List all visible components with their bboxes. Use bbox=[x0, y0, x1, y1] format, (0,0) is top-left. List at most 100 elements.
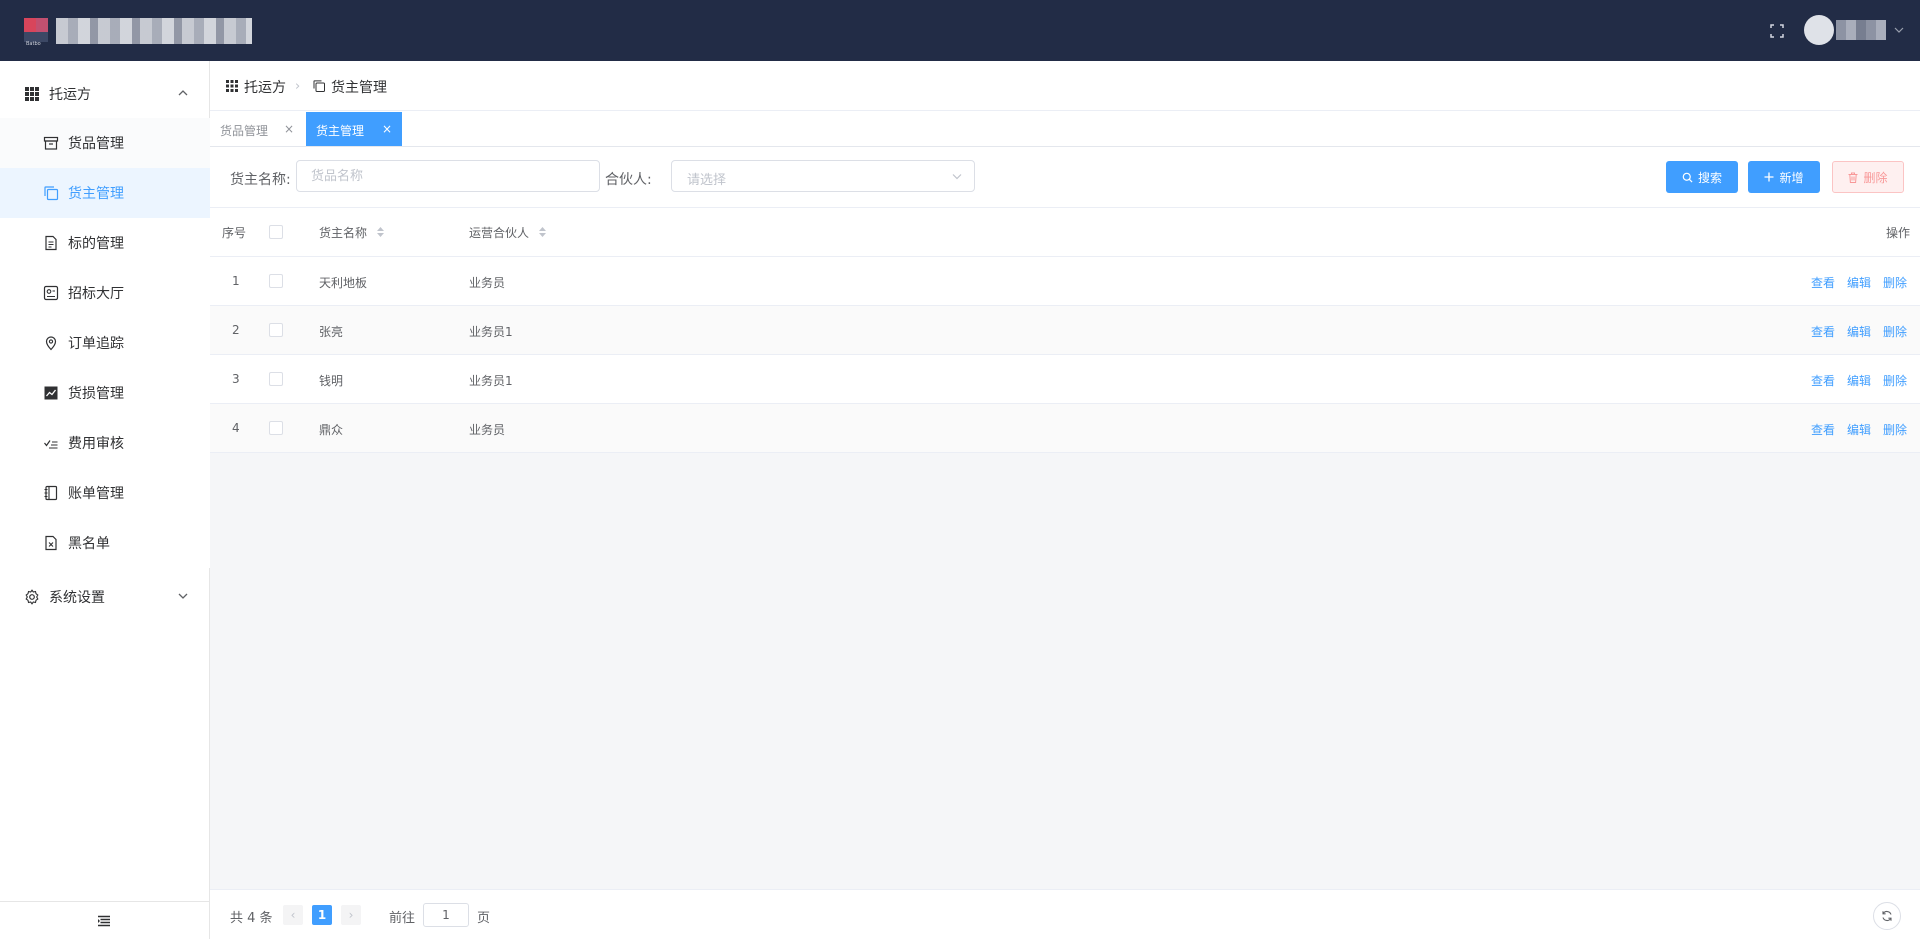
edit-link[interactable]: 编辑 bbox=[1847, 421, 1871, 438]
sort-icon[interactable] bbox=[376, 226, 385, 238]
row-checkbox[interactable] bbox=[269, 421, 283, 435]
page-number-current[interactable]: 1 bbox=[312, 905, 332, 925]
search-button[interactable]: 搜索 bbox=[1666, 161, 1738, 193]
notebook-icon bbox=[44, 485, 58, 501]
table-row: 3 钱明 业务员1 查看 编辑 删除 bbox=[210, 355, 1920, 404]
view-link[interactable]: 查看 bbox=[1811, 274, 1835, 291]
sidebar: 托运方 货品管理 货主管理 标的管理 招标大厅 订单追踪 货损管理 费用审核 账… bbox=[0, 61, 210, 939]
avatar[interactable] bbox=[1804, 15, 1834, 45]
breadcrumb-root[interactable]: 托运方 bbox=[244, 77, 286, 97]
refresh-icon bbox=[1882, 910, 1892, 922]
tab-label: 货品管理 bbox=[220, 124, 269, 138]
row-checkbox[interactable] bbox=[269, 372, 283, 386]
view-link[interactable]: 查看 bbox=[1811, 372, 1835, 389]
sidebar-item-order-tracking[interactable]: 订单追踪 bbox=[0, 318, 210, 368]
cell-owner-name: 张亮 bbox=[319, 325, 344, 339]
sidebar-item-label: 货主管理 bbox=[68, 186, 124, 202]
edit-link[interactable]: 编辑 bbox=[1847, 372, 1871, 389]
grid-icon bbox=[25, 87, 39, 101]
owner-name-input[interactable] bbox=[296, 160, 600, 192]
sidebar-item-bidding-hall[interactable]: 招标大厅 bbox=[0, 268, 210, 318]
row-checkbox[interactable] bbox=[269, 274, 283, 288]
sidebar-item-label: 货品管理 bbox=[68, 136, 124, 152]
refresh-button[interactable] bbox=[1873, 902, 1901, 930]
column-header-partner[interactable]: 运营合伙人 bbox=[469, 224, 529, 241]
column-header-name[interactable]: 货主名称 bbox=[319, 224, 367, 241]
edit-link[interactable]: 编辑 bbox=[1847, 274, 1871, 291]
pagination: 共 4 条 ‹ 1 › 前往 页 bbox=[210, 889, 1920, 939]
add-button[interactable]: 新增 bbox=[1748, 161, 1820, 193]
goto-label: 前往 bbox=[389, 911, 416, 926]
page-suffix-label: 页 bbox=[477, 911, 491, 926]
view-link[interactable]: 查看 bbox=[1811, 421, 1835, 438]
row-checkbox[interactable] bbox=[269, 323, 283, 337]
partner-label: 合伙人: bbox=[605, 172, 652, 188]
top-header: Batbo bbox=[0, 0, 1920, 61]
sidebar-item-label: 费用审核 bbox=[68, 436, 124, 452]
main-content: 托运方 › 货主管理 货品管理 × 货主管理 × 货主名称: 合伙人: 请选择 bbox=[210, 61, 1920, 939]
plus-icon bbox=[1764, 172, 1774, 182]
tab-label: 货主管理 bbox=[316, 124, 365, 138]
prev-page-button[interactable]: ‹ bbox=[283, 905, 303, 925]
partner-select[interactable]: 请选择 bbox=[671, 160, 975, 192]
location-icon bbox=[45, 336, 57, 351]
view-link[interactable]: 查看 bbox=[1811, 323, 1835, 340]
chevron-down-icon[interactable] bbox=[1894, 25, 1904, 35]
filter-bar: 货主名称: 合伙人: 请选择 搜索 新增 删除 bbox=[210, 148, 1920, 208]
search-button-label: 搜索 bbox=[1697, 170, 1722, 185]
menu-collapse-icon[interactable] bbox=[97, 914, 111, 928]
sidebar-item-blacklist[interactable]: 黑名单 bbox=[0, 518, 210, 568]
cell-index: 1 bbox=[232, 274, 240, 288]
tab-goods[interactable]: 货品管理 × bbox=[210, 112, 304, 146]
column-header-actions: 操作 bbox=[1886, 226, 1911, 240]
sidebar-group-shipper[interactable]: 托运方 bbox=[0, 65, 210, 121]
table-row: 2 张亮 业务员1 查看 编辑 删除 bbox=[210, 306, 1920, 355]
edit-link[interactable]: 编辑 bbox=[1847, 323, 1871, 340]
sort-icon[interactable] bbox=[538, 226, 547, 238]
tab-owners[interactable]: 货主管理 × bbox=[306, 112, 402, 146]
sidebar-item-bills[interactable]: 账单管理 bbox=[0, 468, 210, 518]
fullscreen-icon[interactable] bbox=[1769, 23, 1785, 39]
sidebar-group-label: 托运方 bbox=[49, 87, 91, 103]
trash-icon bbox=[1848, 172, 1858, 183]
sidebar-item-label: 账单管理 bbox=[68, 486, 124, 502]
app-logo[interactable]: Batbo bbox=[22, 16, 48, 48]
chevron-down-icon bbox=[952, 174, 962, 180]
close-icon[interactable]: × bbox=[382, 122, 392, 136]
sidebar-item-fee-review[interactable]: 费用审核 bbox=[0, 418, 210, 468]
delete-button[interactable]: 删除 bbox=[1832, 161, 1904, 193]
sidebar-item-label: 标的管理 bbox=[68, 236, 124, 252]
add-button-label: 新增 bbox=[1779, 170, 1804, 185]
table-row: 1 天利地板 业务员 查看 编辑 删除 bbox=[210, 257, 1920, 306]
logo-text: Batbo bbox=[26, 41, 41, 47]
table-header: 序号 货主名称 运营合伙人 操作 bbox=[210, 208, 1920, 257]
next-page-button[interactable]: › bbox=[341, 905, 361, 925]
checklist-icon bbox=[44, 440, 58, 449]
sidebar-group-label: 系统设置 bbox=[49, 590, 105, 606]
delete-link[interactable]: 删除 bbox=[1883, 323, 1907, 340]
sidebar-group-settings[interactable]: 系统设置 bbox=[0, 568, 210, 624]
user-name-blurred[interactable] bbox=[1836, 20, 1886, 40]
sidebar-item-label: 黑名单 bbox=[68, 536, 110, 552]
sidebar-item-owners[interactable]: 货主管理 bbox=[0, 168, 210, 218]
cell-partner: 业务员 bbox=[469, 276, 506, 290]
cell-partner: 业务员1 bbox=[469, 374, 513, 388]
sidebar-item-label: 招标大厅 bbox=[68, 286, 124, 302]
sidebar-item-targets[interactable]: 标的管理 bbox=[0, 218, 210, 268]
goto-page-input[interactable] bbox=[423, 903, 469, 927]
delete-link[interactable]: 删除 bbox=[1883, 274, 1907, 291]
tab-bar: 货品管理 × 货主管理 × bbox=[210, 111, 1920, 147]
sidebar-item-damage[interactable]: 货损管理 bbox=[0, 368, 210, 418]
sidebar-item-goods[interactable]: 货品管理 bbox=[0, 118, 210, 168]
delete-link[interactable]: 删除 bbox=[1883, 421, 1907, 438]
gear-icon bbox=[25, 589, 39, 605]
column-header-index: 序号 bbox=[222, 226, 247, 240]
close-icon[interactable]: × bbox=[284, 122, 294, 136]
delete-link[interactable]: 删除 bbox=[1883, 372, 1907, 389]
data-table: 序号 货主名称 运营合伙人 操作 1 天利地板 业务员 查看 编辑 删除 2 张… bbox=[210, 208, 1920, 939]
grid-icon bbox=[226, 80, 238, 92]
ticket-icon bbox=[43, 285, 59, 301]
document-icon bbox=[45, 235, 57, 251]
select-all-checkbox[interactable] bbox=[269, 225, 283, 239]
chart-line-icon bbox=[44, 386, 58, 400]
